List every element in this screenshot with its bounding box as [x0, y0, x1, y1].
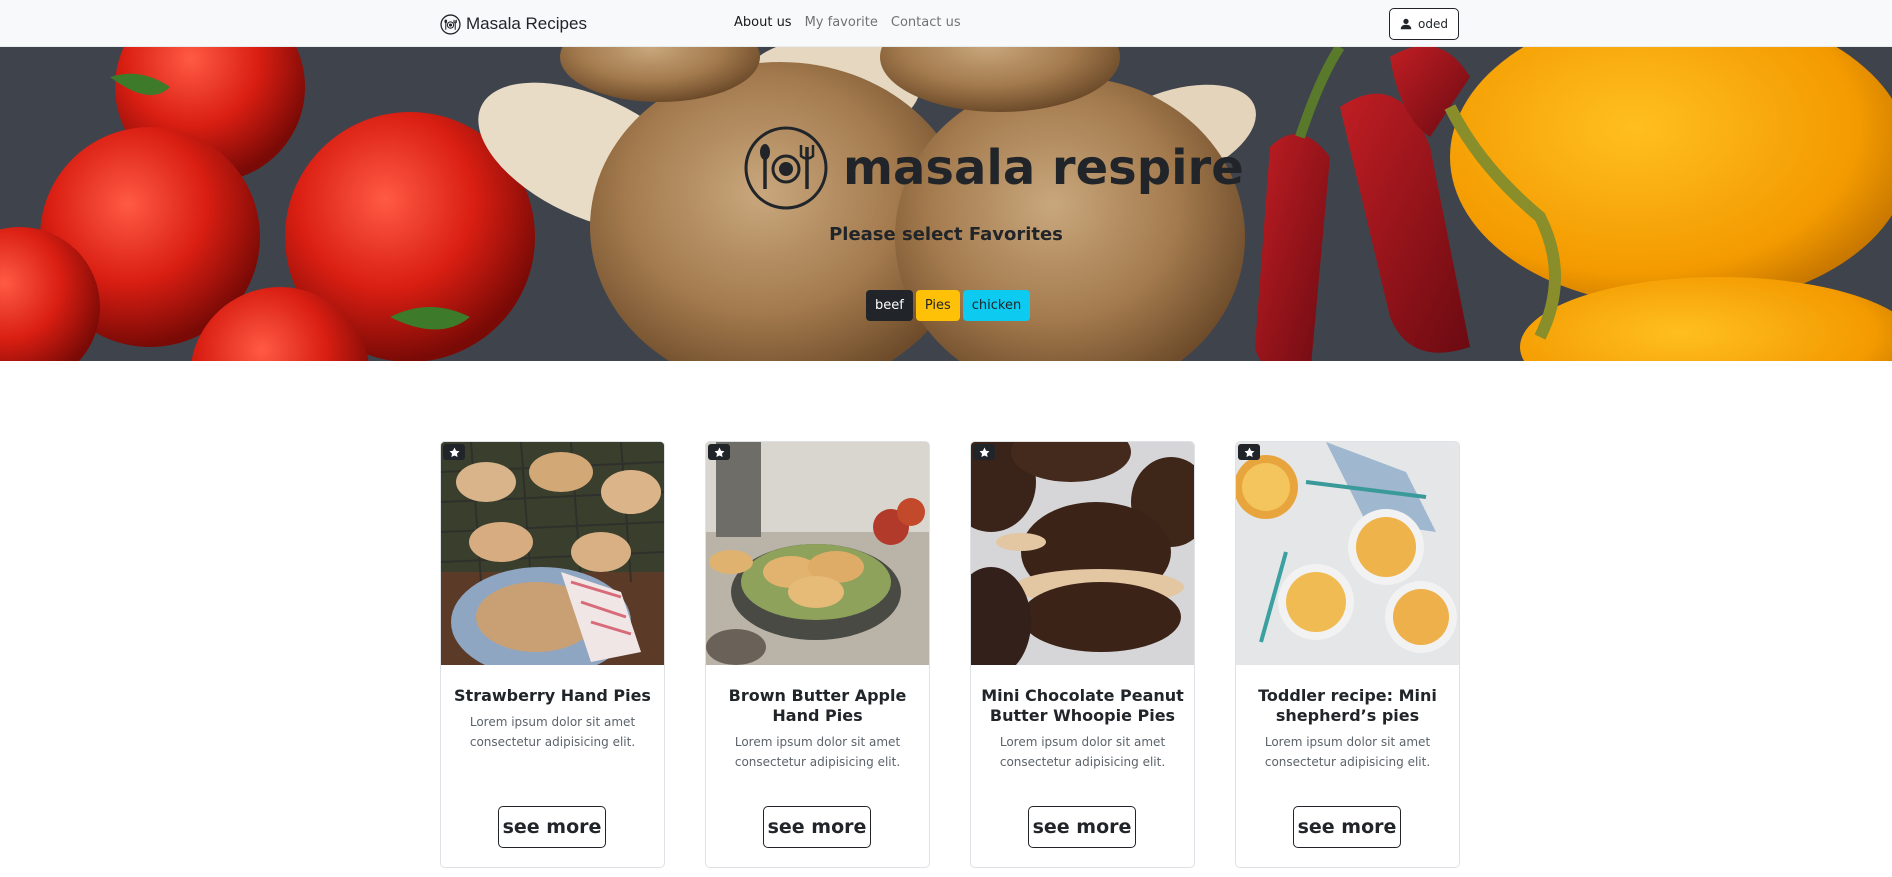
recipe-card: Mini Chocolate Peanut Butter Whoopie Pie…	[970, 441, 1195, 868]
plate-fork-spoon-icon	[440, 13, 461, 35]
favorite-star-button[interactable]	[1238, 444, 1260, 460]
recipe-description: Lorem ipsum dolor sit amet consectetur a…	[469, 715, 636, 749]
recipe-image	[706, 442, 929, 665]
star-icon	[449, 447, 459, 457]
brand-name: Masala Recipes	[466, 14, 587, 33]
nav-link-about-us[interactable]: About us	[734, 15, 792, 30]
favorite-star-button[interactable]	[973, 444, 995, 460]
hero-title-block: masala respire	[743, 125, 1244, 211]
recipe-title: Toddler recipe: Mini shepherd’s pies	[1258, 686, 1437, 725]
star-icon	[714, 447, 724, 457]
top-navbar: Masala Recipes About us My favorite Cont…	[0, 0, 1892, 47]
person-icon	[1400, 18, 1412, 30]
hero-banner: masala respire Please select Favorites b…	[0, 47, 1892, 361]
recipe-image	[971, 442, 1194, 665]
nav-link-my-favorite[interactable]: My favorite	[805, 15, 878, 30]
tag-chicken-button[interactable]: chicken	[962, 290, 1031, 321]
recipe-image	[441, 442, 664, 665]
recipe-description: Lorem ipsum dolor sit amet consectetur a…	[734, 735, 901, 769]
recipe-card: Brown Butter Apple Hand Pies Lorem ipsum…	[705, 441, 930, 868]
recipe-image	[1236, 442, 1459, 665]
see-more-button[interactable]: see more	[763, 806, 871, 848]
nav-link-contact-us[interactable]: Contact us	[891, 15, 961, 30]
nav-links: About us My favorite Contact us	[734, 15, 961, 30]
user-account-button[interactable]: oded	[1389, 8, 1459, 40]
see-more-button[interactable]: see more	[1028, 806, 1136, 848]
hero-subtitle: Please select Favorites	[829, 224, 1063, 245]
recipe-title: Mini Chocolate Peanut Butter Whoopie Pie…	[981, 686, 1184, 725]
recipe-card: Toddler recipe: Mini shepherd’s pies Lor…	[1235, 441, 1460, 868]
see-more-button[interactable]: see more	[498, 806, 606, 848]
recipe-card: Strawberry Hand Pies Lorem ipsum dolor s…	[440, 441, 665, 868]
user-name: oded	[1418, 17, 1448, 31]
see-more-button[interactable]: see more	[1293, 806, 1401, 848]
favorite-star-button[interactable]	[443, 444, 465, 460]
recipe-title: Strawberry Hand Pies	[454, 686, 651, 705]
favorite-star-button[interactable]	[708, 444, 730, 460]
brand-link[interactable]: Masala Recipes	[440, 12, 587, 36]
recipe-title: Brown Butter Apple Hand Pies	[728, 686, 907, 725]
recipe-description: Lorem ipsum dolor sit amet consectetur a…	[1264, 735, 1431, 769]
plate-fork-spoon-icon	[744, 126, 828, 210]
tag-pies-button[interactable]: Pies	[915, 290, 960, 321]
star-icon	[979, 447, 989, 457]
star-icon	[1244, 447, 1254, 457]
favorite-tags: beef Pies chicken	[866, 290, 1031, 321]
recipe-description: Lorem ipsum dolor sit amet consectetur a…	[999, 735, 1166, 769]
hero-title: masala respire	[843, 140, 1244, 196]
tag-beef-button[interactable]: beef	[866, 290, 913, 321]
